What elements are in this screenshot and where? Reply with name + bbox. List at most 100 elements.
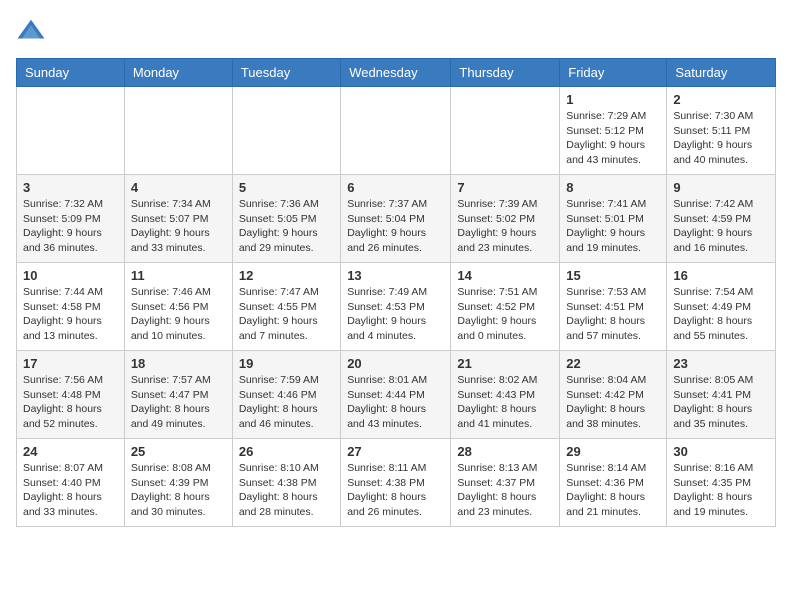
calendar-cell: 9Sunrise: 7:42 AMSunset: 4:59 PMDaylight… (667, 175, 776, 263)
day-number: 24 (23, 444, 118, 459)
calendar-cell: 12 Sunrise: 7:47 AMSunset: 4:55 PMDayligh… (232, 263, 340, 351)
calendar-cell: 29 Sunrise: 8:14 AMSunset: 4:36 PMDayligh… (560, 439, 667, 527)
day-info: Sunrise: 7:41 AMSunset: 5:01 PMDaylight:… (566, 197, 660, 256)
calendar-header-thursday: Thursday (451, 59, 560, 87)
calendar-week-row: 10 Sunrise: 7:44 AMSunset: 4:58 PMDayligh… (17, 263, 776, 351)
calendar-header-sunday: Sunday (17, 59, 125, 87)
day-number: 23 (673, 356, 769, 371)
day-info: Sunrise: 7:32 AMSunset: 5:09 PMDaylight:… (23, 197, 118, 256)
day-number: 21 (457, 356, 553, 371)
calendar-header-monday: Monday (124, 59, 232, 87)
calendar-cell: 27 Sunrise: 8:11 AMSunset: 4:38 PMDayligh… (341, 439, 451, 527)
day-info: Sunrise: 7:56 AMSunset: 4:48 PMDaylight:… (23, 373, 118, 432)
day-info: Sunrise: 7:29 AMSunset: 5:12 PMDaylight:… (566, 109, 660, 168)
calendar-cell: 20 Sunrise: 8:01 AMSunset: 4:44 PMDayligh… (341, 351, 451, 439)
day-number: 11 (131, 268, 226, 283)
calendar-cell: 10 Sunrise: 7:44 AMSunset: 4:58 PMDayligh… (17, 263, 125, 351)
day-info: Sunrise: 7:54 AMSunset: 4:49 PMDaylight:… (673, 285, 769, 344)
calendar-cell: 6 Sunrise: 7:37 AMSunset: 5:04 PMDaylight… (341, 175, 451, 263)
day-number: 2 (673, 92, 769, 107)
day-number: 10 (23, 268, 118, 283)
calendar-cell: 3 Sunrise: 7:32 AMSunset: 5:09 PMDaylight… (17, 175, 125, 263)
day-info: Sunrise: 8:13 AMSunset: 4:37 PMDaylight:… (457, 461, 553, 520)
calendar-cell (341, 87, 451, 175)
day-number: 28 (457, 444, 553, 459)
day-info: Sunrise: 7:51 AMSunset: 4:52 PMDaylight:… (457, 285, 553, 344)
calendar-cell: 21 Sunrise: 8:02 AMSunset: 4:43 PMDayligh… (451, 351, 560, 439)
calendar-cell: 5 Sunrise: 7:36 AMSunset: 5:05 PMDaylight… (232, 175, 340, 263)
calendar-cell (451, 87, 560, 175)
calendar-table: SundayMondayTuesdayWednesdayThursdayFrid… (16, 58, 776, 527)
calendar-cell: 18 Sunrise: 7:57 AMSunset: 4:47 PMDayligh… (124, 351, 232, 439)
day-info: Sunrise: 7:37 AMSunset: 5:04 PMDaylight:… (347, 197, 444, 256)
day-number: 13 (347, 268, 444, 283)
calendar-cell: 15 Sunrise: 7:53 AMSunset: 4:51 PMDayligh… (560, 263, 667, 351)
calendar-cell: 28 Sunrise: 8:13 AMSunset: 4:37 PMDayligh… (451, 439, 560, 527)
day-info: Sunrise: 8:14 AMSunset: 4:36 PMDaylight:… (566, 461, 660, 520)
calendar-header-saturday: Saturday (667, 59, 776, 87)
calendar-cell (17, 87, 125, 175)
day-info: Sunrise: 7:59 AMSunset: 4:46 PMDaylight:… (239, 373, 334, 432)
calendar-cell: 25Sunrise: 8:08 AMSunset: 4:39 PMDayligh… (124, 439, 232, 527)
calendar-cell: 4Sunrise: 7:34 AMSunset: 5:07 PMDaylight… (124, 175, 232, 263)
calendar-header-tuesday: Tuesday (232, 59, 340, 87)
day-number: 12 (239, 268, 334, 283)
calendar-week-row: 24Sunrise: 8:07 AMSunset: 4:40 PMDayligh… (17, 439, 776, 527)
day-number: 3 (23, 180, 118, 195)
day-number: 25 (131, 444, 226, 459)
day-number: 5 (239, 180, 334, 195)
calendar-week-row: 17Sunrise: 7:56 AMSunset: 4:48 PMDayligh… (17, 351, 776, 439)
day-info: Sunrise: 7:44 AMSunset: 4:58 PMDaylight:… (23, 285, 118, 344)
day-number: 27 (347, 444, 444, 459)
day-number: 29 (566, 444, 660, 459)
calendar-cell: 13 Sunrise: 7:49 AMSunset: 4:53 PMDayligh… (341, 263, 451, 351)
page-header (16, 16, 776, 46)
calendar-week-row: 1 Sunrise: 7:29 AMSunset: 5:12 PMDaylight… (17, 87, 776, 175)
day-info: Sunrise: 7:46 AMSunset: 4:56 PMDaylight:… (131, 285, 226, 344)
day-info: Sunrise: 7:34 AMSunset: 5:07 PMDaylight:… (131, 197, 226, 256)
day-number: 18 (131, 356, 226, 371)
day-number: 15 (566, 268, 660, 283)
calendar-cell: 7 Sunrise: 7:39 AMSunset: 5:02 PMDaylight… (451, 175, 560, 263)
calendar-week-row: 3 Sunrise: 7:32 AMSunset: 5:09 PMDaylight… (17, 175, 776, 263)
day-number: 7 (457, 180, 553, 195)
calendar-cell: 22 Sunrise: 8:04 AMSunset: 4:42 PMDayligh… (560, 351, 667, 439)
day-info: Sunrise: 7:57 AMSunset: 4:47 PMDaylight:… (131, 373, 226, 432)
calendar-cell: 17Sunrise: 7:56 AMSunset: 4:48 PMDayligh… (17, 351, 125, 439)
calendar-cell (232, 87, 340, 175)
day-info: Sunrise: 7:39 AMSunset: 5:02 PMDaylight:… (457, 197, 553, 256)
day-info: Sunrise: 7:30 AMSunset: 5:11 PMDaylight:… (673, 109, 769, 168)
calendar-cell: 23 Sunrise: 8:05 AMSunset: 4:41 PMDayligh… (667, 351, 776, 439)
day-info: Sunrise: 8:11 AMSunset: 4:38 PMDaylight:… (347, 461, 444, 520)
logo-icon (16, 16, 46, 46)
calendar-cell: 16 Sunrise: 7:54 AMSunset: 4:49 PMDayligh… (667, 263, 776, 351)
day-number: 16 (673, 268, 769, 283)
day-info: Sunrise: 7:36 AMSunset: 5:05 PMDaylight:… (239, 197, 334, 256)
day-number: 1 (566, 92, 660, 107)
day-number: 20 (347, 356, 444, 371)
day-info: Sunrise: 8:05 AMSunset: 4:41 PMDaylight:… (673, 373, 769, 432)
day-number: 19 (239, 356, 334, 371)
day-number: 14 (457, 268, 553, 283)
calendar-cell: 30Sunrise: 8:16 AMSunset: 4:35 PMDayligh… (667, 439, 776, 527)
calendar-cell: 11 Sunrise: 7:46 AMSunset: 4:56 PMDayligh… (124, 263, 232, 351)
day-number: 22 (566, 356, 660, 371)
day-info: Sunrise: 8:04 AMSunset: 4:42 PMDaylight:… (566, 373, 660, 432)
day-info: Sunrise: 8:10 AMSunset: 4:38 PMDaylight:… (239, 461, 334, 520)
calendar-cell: 19 Sunrise: 7:59 AMSunset: 4:46 PMDayligh… (232, 351, 340, 439)
day-number: 30 (673, 444, 769, 459)
calendar-cell: 8Sunrise: 7:41 AMSunset: 5:01 PMDaylight… (560, 175, 667, 263)
calendar-header-wednesday: Wednesday (341, 59, 451, 87)
day-info: Sunrise: 8:02 AMSunset: 4:43 PMDaylight:… (457, 373, 553, 432)
day-number: 26 (239, 444, 334, 459)
calendar-header-row: SundayMondayTuesdayWednesdayThursdayFrid… (17, 59, 776, 87)
day-info: Sunrise: 8:01 AMSunset: 4:44 PMDaylight:… (347, 373, 444, 432)
day-number: 6 (347, 180, 444, 195)
day-info: Sunrise: 7:47 AMSunset: 4:55 PMDaylight:… (239, 285, 334, 344)
day-info: Sunrise: 7:53 AMSunset: 4:51 PMDaylight:… (566, 285, 660, 344)
day-number: 9 (673, 180, 769, 195)
day-info: Sunrise: 7:49 AMSunset: 4:53 PMDaylight:… (347, 285, 444, 344)
calendar-cell (124, 87, 232, 175)
calendar-cell: 2 Sunrise: 7:30 AMSunset: 5:11 PMDaylight… (667, 87, 776, 175)
calendar-cell: 26 Sunrise: 8:10 AMSunset: 4:38 PMDayligh… (232, 439, 340, 527)
